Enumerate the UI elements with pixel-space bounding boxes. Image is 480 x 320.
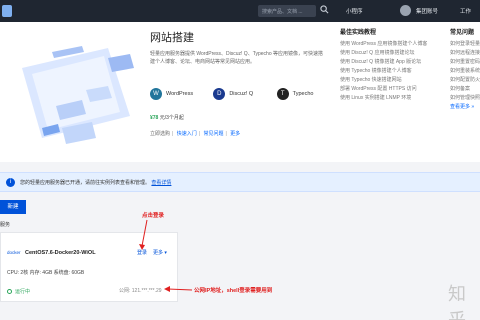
faq-item[interactable]: 如何远程连接实例 [450,49,480,58]
info-icon: i [6,178,15,187]
discuz-icon: D [213,88,226,100]
search-input[interactable]: 搜索产品、文档 ... [258,5,316,17]
notice-link[interactable]: 查看详情 [151,180,171,186]
price-label: ¥78 元/3个月起 [150,114,184,121]
quick-start-link[interactable]: 快速入门 [177,131,197,137]
tutorial-link[interactable]: 使用 Typecho 快速搭建网站 [340,76,440,85]
app-label: Discuz! Q [229,91,254,97]
app-discuz[interactable]: D Discuz! Q [213,88,266,100]
tutorial-link[interactable]: 使用 Typecho 镜像搭建个人博客 [340,67,440,76]
faq-item[interactable]: 如何备案 [450,85,480,94]
instance-name[interactable]: CentOS7.6-Docker20-WiOL [25,250,96,256]
notice-text: 您的轻量应用服务器已开通，请前往实例列表查看和管理。 查看详情 [20,179,171,186]
tutorial-link[interactable]: 部署 WordPress 配置 HTTPS 访问 [340,85,440,94]
faq-item[interactable]: 如何管理快照 [450,94,480,103]
tutorial-link[interactable]: 使用 WordPress 应用镜像搭建个人博客 [340,40,440,49]
new-instance-button[interactable]: 新建 [0,200,26,214]
avatar[interactable] [400,5,411,16]
app-typecho[interactable]: T Typecho [276,88,330,100]
click-login-annotation: 点击登录 [142,213,165,219]
watermark: 知乎 [448,284,466,320]
notice-message: 您的轻量应用服务器已开通，请前往实例列表查看和管理。 [20,180,151,186]
status-label: 运行中 [15,289,31,295]
search-icon[interactable] [320,5,329,14]
page-title: 网站搭建 [150,32,194,44]
app-label: WordPress [166,91,194,97]
section-label: 服务 [0,222,11,228]
tutorial-link[interactable]: 使用 Discuz! Q 应用镜像搭建论坛 [340,49,440,58]
faq-item[interactable]: 如何重置密码 [450,58,480,67]
buy-now-link[interactable]: 立即选购 [150,131,170,137]
column-title: 常见问题 [450,30,475,36]
more-link[interactable]: 更多 [230,131,240,137]
mini-program-link[interactable]: 小程序 [346,7,363,15]
more-label: 更多 [153,250,164,256]
public-ip-annotation: 公网IP地址，shell登录需要用到 [194,288,273,294]
status-icon [7,289,12,294]
top-navigation-bar: 搜索产品、文档 ... 小程序 集团账号 工作 [0,0,480,22]
product-logo-icon[interactable] [2,5,12,17]
tutorial-link[interactable]: 使用 Linux 实例搭建 LNMP 环境 [340,94,440,103]
account-menu[interactable]: 集团账号 [416,7,438,15]
faq-more-link[interactable]: 查看更多 » [450,103,480,112]
app-image-list: W WordPress D Discuz! Q T Typecho [150,88,330,100]
instance-spec: CPU: 2核 内存: 4GB 系统盘: 60GB [7,270,85,276]
faq-item[interactable]: 如何重装系统 [450,67,480,76]
column-title: 最佳实践教程 [340,30,377,36]
app-label: Typecho [292,91,314,97]
tutorial-link[interactable]: 使用 Discuz! Q 镜像搭建 App 版论坛 [340,58,440,67]
hero-description: 轻量应用服务器提供 WordPress、Discuz! Q、Typecho 等应… [150,51,323,65]
best-practices-column: 最佳实践教程 使用 WordPress 应用镜像搭建个人博客 使用 Discuz… [340,27,440,103]
faq-link[interactable]: 常见问题 [203,131,223,137]
workspace-menu[interactable]: 工作 [460,7,471,15]
price-suffix: 元/3个月起 [158,115,184,121]
hero-links: 立即选购 | 快速入门 | 常见问题 | 更多 [150,131,241,137]
public-ip-address[interactable]: 公网: 121.***.***.29 [119,287,162,294]
typecho-icon: T [276,88,289,100]
more-menu-button[interactable]: 更多 ▾ [153,249,167,256]
faq-item[interactable]: 如何配置防火墙 [450,76,480,85]
wordpress-icon: W [150,88,162,100]
status-badge: 运行中 [7,288,30,295]
docker-tag: docker [7,250,21,255]
website-illustration [22,46,134,144]
app-wordpress[interactable]: W WordPress [150,88,203,100]
info-notice-bar: i 您的轻量应用服务器已开通，请前往实例列表查看和管理。 查看详情 [0,172,480,192]
faq-item[interactable]: 如何登录轻量应用服务器 [450,40,480,49]
website-building-panel: 网站搭建 轻量应用服务器提供 WordPress、Discuz! Q、Typec… [0,22,480,162]
login-button[interactable]: 登录 [137,249,147,256]
instance-card[interactable]: docker CentOS7.6-Docker20-WiOL 登录 更多 ▾ C… [0,232,178,302]
faq-column: 常见问题 如何登录轻量应用服务器 如何远程连接实例 如何重置密码 如何重装系统 … [450,27,480,112]
